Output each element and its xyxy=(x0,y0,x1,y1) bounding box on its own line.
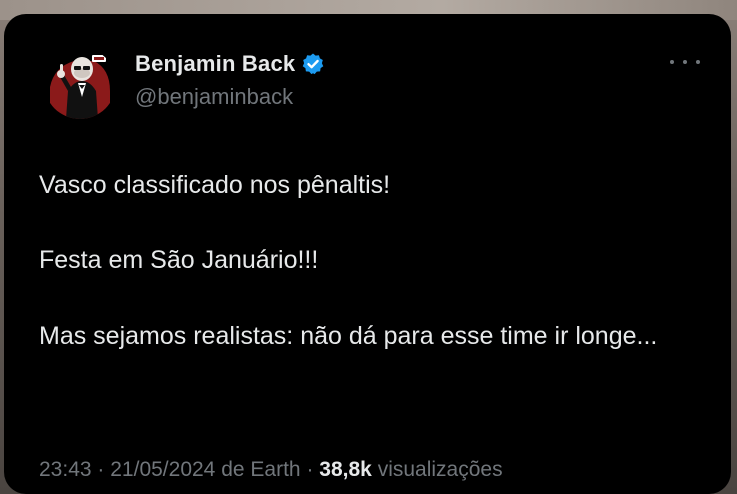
separator: · xyxy=(306,458,314,481)
dot xyxy=(683,60,687,64)
more-options-icon[interactable] xyxy=(670,54,700,70)
avatar-illustration xyxy=(44,47,116,119)
dot xyxy=(670,60,674,64)
tweet-source: de Earth xyxy=(221,458,301,481)
author-handle[interactable]: @benjaminback xyxy=(135,84,293,110)
tweet-card: Benjamin Back @benjaminback Vasco classi… xyxy=(4,14,731,494)
author-name-row: Benjamin Back xyxy=(135,50,325,78)
tweet-metadata: 23:43 · 21/05/2024 de Earth · 38,8k visu… xyxy=(39,458,503,482)
tweet-paragraph: Mas sejamos realistas: não dá para esse … xyxy=(39,322,658,350)
tweet-paragraph: Festa em São Januário!!! xyxy=(39,246,319,274)
verified-badge-icon xyxy=(301,52,325,76)
views-label: visualizações xyxy=(377,458,503,481)
author-name[interactable]: Benjamin Back xyxy=(135,51,295,77)
tweet-date[interactable]: 21/05/2024 xyxy=(110,458,215,481)
tweet-paragraph: Vasco classificado nos pênaltis! xyxy=(39,171,391,199)
avatar[interactable] xyxy=(44,47,116,119)
separator: · xyxy=(97,458,105,481)
tweet-time[interactable]: 23:43 xyxy=(39,458,92,481)
views-count[interactable]: 38,8k xyxy=(319,458,372,481)
dot xyxy=(696,60,700,64)
